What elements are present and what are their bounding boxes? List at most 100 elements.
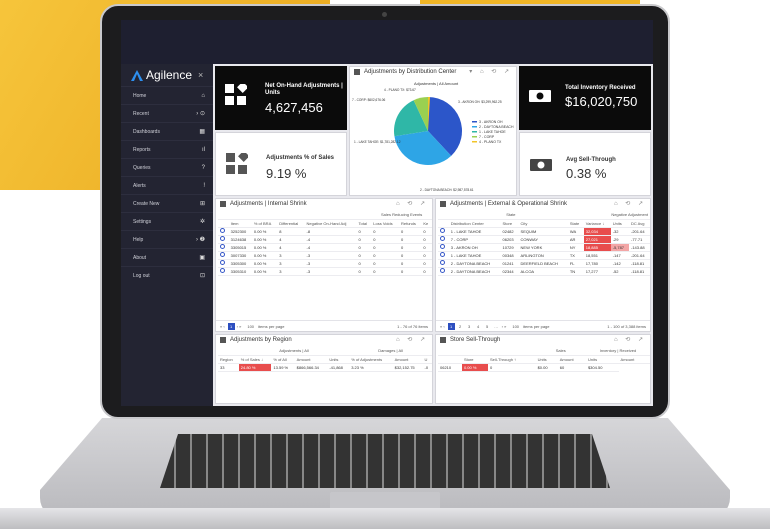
column-header[interactable]: Refunds [398,219,422,228]
info-icon[interactable] [220,244,225,249]
panel-tools-icon[interactable]: ▾ ⌂ ⟲ ↗ [469,68,512,75]
column-header[interactable]: Negative On-Hand Adj [304,219,357,228]
money-icon [529,90,551,102]
kpi-sell-title: Avg Sell-Through [566,157,616,163]
page-button[interactable]: 1 [447,322,455,330]
info-icon[interactable] [440,252,445,257]
nav-item-recent[interactable]: Recent › ⊙ [121,104,213,122]
nav-item-log-out[interactable]: Log out ⊡ [121,266,213,284]
pager-next-icon[interactable]: › » [237,324,242,329]
column-header[interactable]: % of All [271,355,295,364]
nav-item-home[interactable]: Home ⌂ [121,86,213,104]
column-header[interactable]: Store [461,355,489,364]
nav-item-alerts[interactable]: Alerts! [121,176,213,194]
page-button[interactable]: 3 [466,323,473,330]
column-header[interactable]: Units [585,355,619,364]
column-header[interactable]: Distribution Center [448,219,501,228]
column-header[interactable]: Sell-Through ↑ [488,355,536,364]
column-header[interactable]: Item [228,219,252,228]
column-header[interactable]: U [422,355,432,364]
nav-item-queries[interactable]: Queries? [121,158,213,176]
column-header[interactable]: Loss Voids [371,219,399,228]
table-row[interactable]: 1 - LAKE TAHOE 02482 SEQUIM WA 32,034 -32 -201… [438,227,650,236]
table-cell: 0 [356,259,372,268]
page-button[interactable]: 2 [457,323,464,330]
column-header[interactable]: % of BRA [251,219,278,228]
column-header[interactable]: Region [218,355,239,364]
table-cell: -32 [610,227,629,236]
table-row[interactable]: 3305300 0.00 % 3 -3 0 0 0 0 [218,259,432,268]
nav-item-dashboards[interactable]: Dashboards ▦ [121,122,213,140]
column-header[interactable]: Amount [618,355,650,364]
internal-shrink-panel: Adjustments | Internal Shrink ⌂ ⟲ ↗ Sales… [215,198,433,332]
page-size-select[interactable]: 100 [247,324,254,329]
info-icon[interactable] [220,228,225,233]
legend-entry[interactable]: 3 - AKRON OH [479,120,503,124]
sell-through-panel: Store Sell-Through ⌂ ⟲ ↗ Sales Inventory |… [435,334,651,404]
nav-item-help[interactable]: Help › ❷ [121,230,213,248]
legend-entry[interactable]: 7 - CORP [479,135,495,139]
info-icon[interactable] [440,260,445,265]
info-icon[interactable] [440,236,445,241]
legend-swatch [472,136,477,138]
column-header[interactable]: Units [327,355,350,364]
column-header[interactable]: Total [356,219,372,228]
page-size-select[interactable]: 100 [512,324,519,329]
row-info-cell [218,235,229,244]
table-row[interactable]: 06210 0.00 % 0 $0.00 60 $304.50 [438,363,650,372]
pager-first-icon[interactable]: « ‹ [220,324,225,329]
column-header[interactable]: City [518,219,568,228]
table-row[interactable]: 3 - AKRON OH 10729 NEW YORK NY 18,885 -5,787-… [438,243,650,252]
info-icon[interactable] [440,268,445,273]
page-button[interactable]: 1 [227,322,235,330]
page-button[interactable]: 5 [484,323,491,330]
table-row[interactable]: 33 24.80 % 13.59 % $866,566.34 -41,868 3.23 %… [218,363,432,372]
column-header[interactable]: Ke [421,219,432,228]
column-header[interactable]: State [567,219,584,228]
table-row[interactable]: 1 - LAKE TAHOE 00348 ARLINGTON TX 18,551 -147… [438,251,650,260]
pager-next-icon[interactable]: › » [502,324,507,329]
info-icon[interactable] [220,260,225,265]
column-header[interactable]: Units [610,219,629,228]
info-icon[interactable] [220,236,225,241]
panel-tools-icon[interactable]: ⌂ ⟲ ↗ [396,336,428,343]
table-cell: 32,034 [583,227,611,236]
column-header[interactable]: Amount [294,355,328,364]
nav-item-about[interactable]: About ▣ [121,248,213,266]
table-row[interactable]: 3124638 0.00 % 4 -4 0 0 0 0 [218,235,432,244]
table-row[interactable]: 3305310 0.00 % 3 -3 0 0 0 0 [218,267,432,276]
column-header[interactable]: Variance ↓ [583,219,611,228]
table-row[interactable]: 3252300 0.00 % 8 -8 0 0 0 0 [218,227,432,236]
column-header[interactable]: Amount [557,355,586,364]
close-sidebar-icon[interactable]: × [198,70,203,80]
pager-first-icon[interactable]: « ‹ [440,324,445,329]
column-header[interactable]: Differential [277,219,305,228]
table-row[interactable]: 3305015 0.00 % 4 -4 0 0 0 0 [218,243,432,252]
nav-item-create-new[interactable]: Create New ⊞ [121,194,213,212]
info-icon[interactable] [220,268,225,273]
column-header[interactable]: DC Avg [628,219,650,228]
legend-entry[interactable]: 1 - LAKE TAHOE [479,130,506,134]
info-icon[interactable] [220,252,225,257]
shrink-pager: « ‹ 1 › » 100 items per page 1 - 76 of 7… [216,320,432,331]
legend-entry[interactable]: 4 - PLANO TX [479,140,502,144]
info-icon[interactable] [440,228,445,233]
legend-entry[interactable]: 2 - DAYTONA BEACH [479,125,514,129]
table-row[interactable]: 3007330 0.00 % 3 -3 0 0 0 0 [218,251,432,260]
column-header[interactable]: % of Adjustments [349,355,393,364]
page-button[interactable]: 4 [475,323,482,330]
column-header[interactable]: Store [500,219,519,228]
info-icon[interactable] [440,244,445,249]
column-header[interactable]: Units [535,355,558,364]
table-row[interactable]: 7 - CORP 06203 CONWAY AR 27,021 -29 -77.71 [438,235,650,244]
page-button[interactable]: … [493,323,500,330]
panel-tools-icon[interactable]: ⌂ ⟲ ↗ [614,336,646,343]
panel-tools-icon[interactable]: ⌂ ⟲ ↗ [614,200,646,207]
table-row[interactable]: 2 - DAYTONA BEACH 02344 ALCOA TN 17,277 -52 -1… [438,267,650,276]
nav-item-reports[interactable]: Reports ıl [121,140,213,158]
nav-item-settings[interactable]: Settings ✲ [121,212,213,230]
panel-tools-icon[interactable]: ⌂ ⟲ ↗ [396,200,428,207]
column-header[interactable]: Amount [392,355,423,364]
table-row[interactable]: 2 - DAYTONA BEACH 01241 DEERFIELD BEACH FL 1… [438,259,650,268]
column-header[interactable]: % of Sales ↓ [238,355,272,364]
